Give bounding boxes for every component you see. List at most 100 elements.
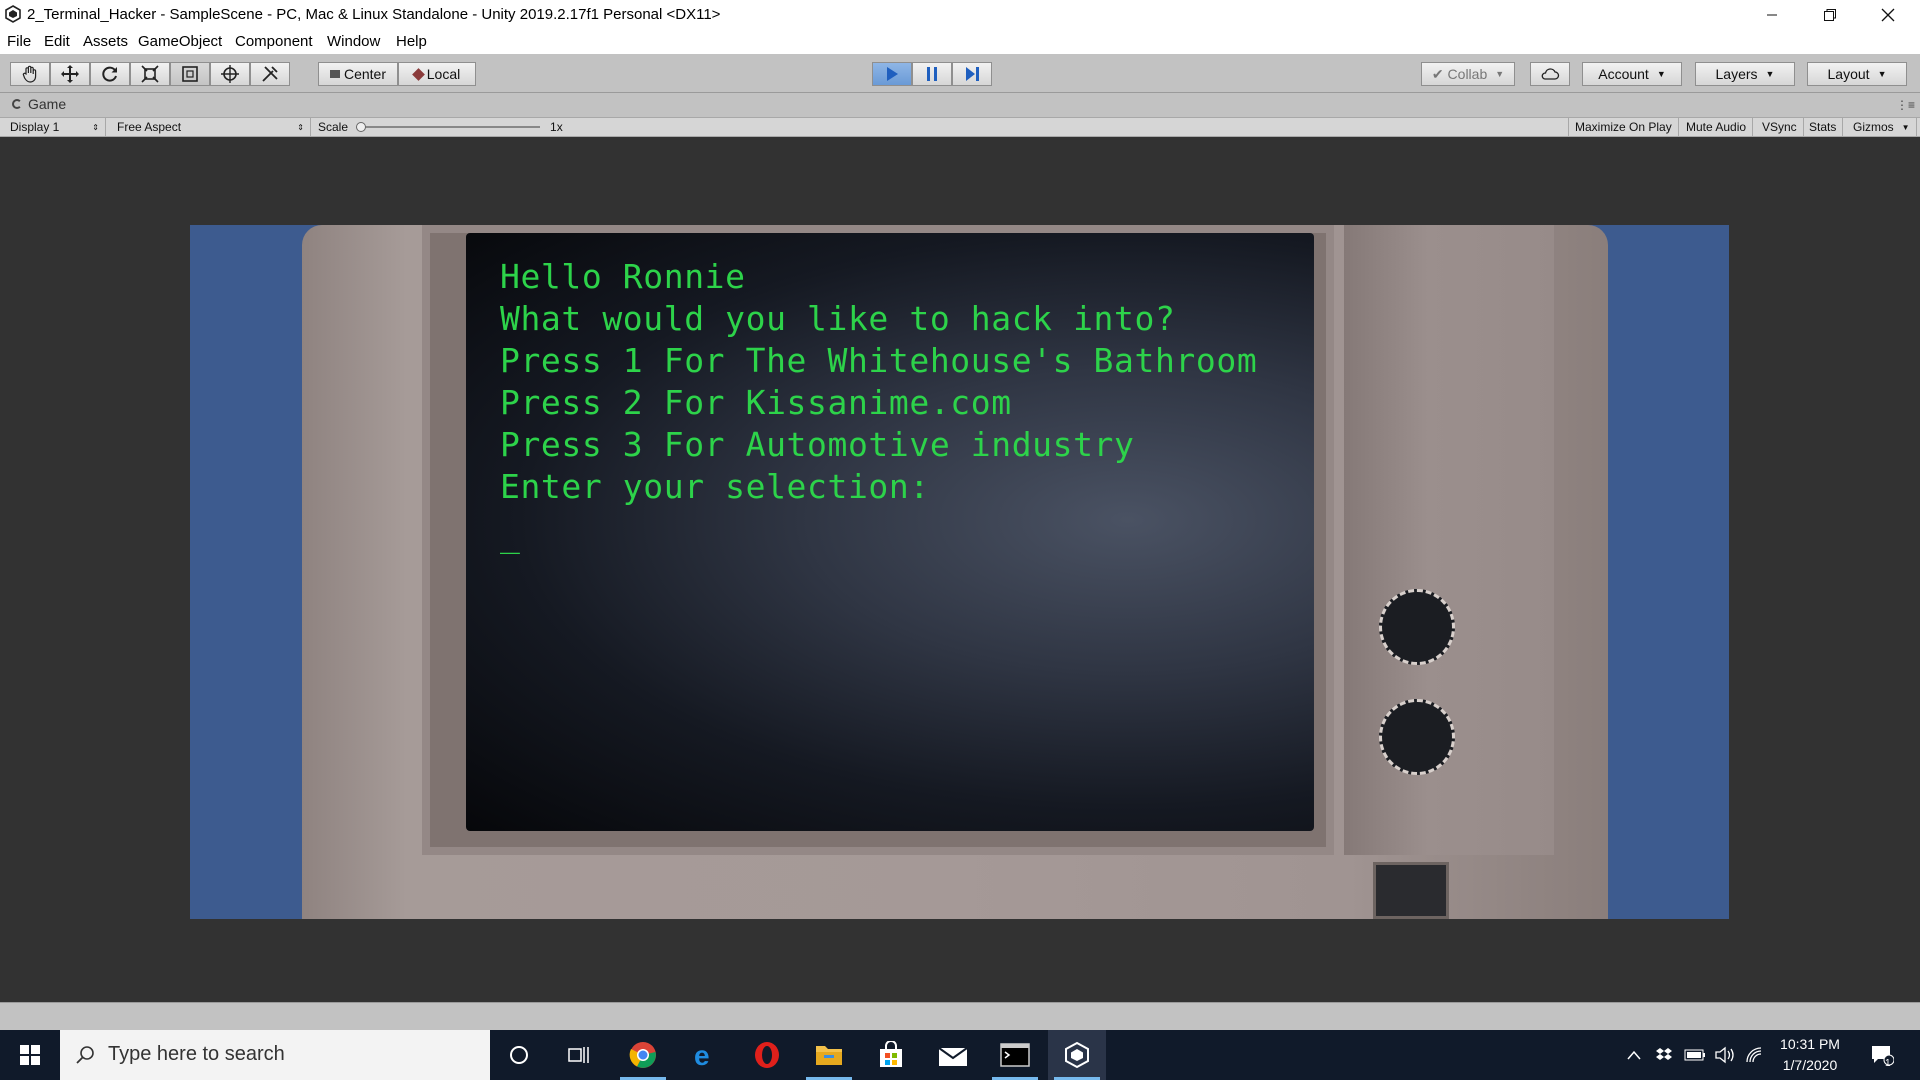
pivot-local-button[interactable]: Local [398, 62, 476, 86]
terminal-line-4: Press 2 For Kissanime.com [500, 383, 1012, 422]
account-dropdown[interactable]: Account ▼ [1582, 62, 1682, 86]
mail-icon [938, 1047, 968, 1066]
cloud-button[interactable] [1530, 62, 1570, 86]
scale-slider-thumb[interactable] [356, 122, 367, 132]
mute-audio-toggle[interactable]: Mute Audio [1680, 117, 1754, 137]
drive-slot [1373, 862, 1449, 919]
terminal-app[interactable] [986, 1030, 1044, 1080]
wifi-icon [1746, 1047, 1762, 1063]
edge-app[interactable]: e [676, 1030, 734, 1080]
step-icon [966, 67, 979, 81]
transform-tool-button[interactable] [210, 62, 250, 86]
pivot-center-button[interactable]: Center [318, 62, 398, 86]
chevron-down-icon: ▼ [1877, 69, 1887, 79]
terminal-line-3: Press 1 For The Whitehouse's Bathroom [500, 341, 1258, 380]
restore-button[interactable] [1801, 0, 1859, 30]
aspect-select-label: Free Aspect [117, 120, 182, 134]
dropbox-tray[interactable] [1652, 1030, 1676, 1080]
chevron-down-icon: ▼ [1495, 69, 1505, 79]
minimize-button[interactable] [1743, 0, 1801, 30]
task-view-button[interactable] [550, 1030, 608, 1080]
mail-app[interactable] [924, 1030, 982, 1080]
rotate-tool-button[interactable] [90, 62, 130, 86]
custom-tool-icon [262, 66, 278, 82]
collab-dropdown[interactable]: ✔ Collab ▼ [1421, 62, 1515, 86]
menu-component[interactable]: Component [235, 33, 313, 50]
pivot-icon [329, 70, 340, 78]
chrome-app[interactable] [614, 1030, 672, 1080]
minimize-icon [1767, 14, 1777, 16]
terminal-icon [1000, 1043, 1030, 1067]
updown-arrow-icon: ⇕ [92, 122, 99, 132]
knob-bottom [1379, 699, 1455, 775]
show-hidden-icons-button[interactable] [1622, 1030, 1646, 1080]
menu-edit[interactable]: Edit [44, 33, 70, 50]
status-bar [0, 1002, 1920, 1031]
window-title: 2_Terminal_Hacker - SampleScene - PC, Ma… [27, 6, 721, 23]
play-button[interactable] [872, 62, 912, 86]
move-tool-icon [61, 65, 79, 83]
unity-logo-icon [5, 5, 21, 23]
move-tool-button[interactable] [50, 62, 90, 86]
clock-date: 1/7/2020 [1782, 1057, 1838, 1073]
display-select-label: Display 1 [10, 120, 60, 134]
opera-app[interactable] [738, 1030, 796, 1080]
pause-button[interactable] [912, 62, 952, 86]
menu-gameobject[interactable]: GameObject [138, 33, 222, 50]
side-panel [1344, 225, 1554, 855]
menu-window[interactable]: Window [327, 33, 380, 50]
menu-assets[interactable]: Assets [83, 33, 128, 50]
volume-icon [1715, 1046, 1734, 1064]
dropbox-icon [1656, 1048, 1672, 1060]
volume-tray[interactable] [1712, 1030, 1738, 1080]
unity-app[interactable] [1048, 1030, 1106, 1080]
game-tab[interactable]: Game [12, 96, 66, 112]
game-tab-label: Game [28, 96, 67, 112]
taskbar-search[interactable]: Type here to search [60, 1030, 490, 1080]
cortana-button[interactable] [490, 1030, 548, 1080]
gizmos-dropdown[interactable]: Gizmos ▼ [1847, 117, 1917, 137]
terminal-line-1: Hello Ronnie [500, 257, 746, 296]
panel-menu-icon[interactable]: ⋮≡ [1896, 98, 1915, 112]
stats-toggle[interactable]: Stats [1803, 117, 1844, 137]
scale-tool-button[interactable] [130, 62, 170, 86]
aspect-select[interactable]: Free Aspect ⇕ [111, 117, 311, 137]
display-select[interactable]: Display 1 ⇕ [4, 117, 106, 137]
rect-tool-button[interactable] [170, 62, 210, 86]
layout-dropdown[interactable]: Layout ▼ [1807, 62, 1907, 86]
hand-tool-button[interactable] [10, 62, 50, 86]
battery-tray[interactable] [1682, 1030, 1708, 1080]
step-button[interactable] [952, 62, 992, 86]
notification-count: 1 [1885, 1058, 1891, 1069]
custom-tool-button[interactable] [250, 62, 290, 86]
scale-slider[interactable] [356, 122, 541, 132]
menu-help[interactable]: Help [396, 33, 427, 50]
close-button[interactable] [1859, 0, 1917, 30]
file-explorer-app[interactable] [800, 1030, 858, 1080]
local-cube-icon [411, 67, 425, 81]
chevron-down-icon: ▼ [1656, 69, 1666, 79]
menu-file[interactable]: File [7, 33, 31, 50]
game-scene: Hello Ronnie What would you like to hack… [190, 225, 1729, 919]
layers-dropdown[interactable]: Layers ▼ [1695, 62, 1795, 86]
search-placeholder: Type here to search [108, 1043, 285, 1065]
taskbar-clock[interactable]: 10:31 PM 1/7/2020 [1765, 1034, 1855, 1076]
pause-icon [927, 67, 937, 81]
store-app[interactable] [862, 1030, 920, 1080]
collab-label: Collab [1447, 66, 1488, 82]
scale-value: 1x [550, 120, 563, 134]
chevron-down-icon: ▼ [1765, 69, 1775, 79]
action-center-button[interactable]: 1 [1862, 1030, 1902, 1080]
rotate-tool-icon [102, 66, 117, 82]
edge-icon: e [694, 1041, 710, 1069]
start-button[interactable] [0, 1030, 60, 1080]
maximize-on-play-toggle[interactable]: Maximize On Play [1568, 117, 1679, 137]
opera-icon [755, 1042, 779, 1068]
vsync-toggle[interactable]: VSync [1756, 117, 1804, 137]
hand-tool-icon [22, 65, 37, 83]
scale-control: Scale 1x [312, 117, 572, 137]
knob-top [1379, 589, 1455, 665]
unity-icon [1065, 1041, 1089, 1069]
collab-check-icon: ✔ [1431, 65, 1444, 82]
restore-icon [1824, 9, 1836, 21]
